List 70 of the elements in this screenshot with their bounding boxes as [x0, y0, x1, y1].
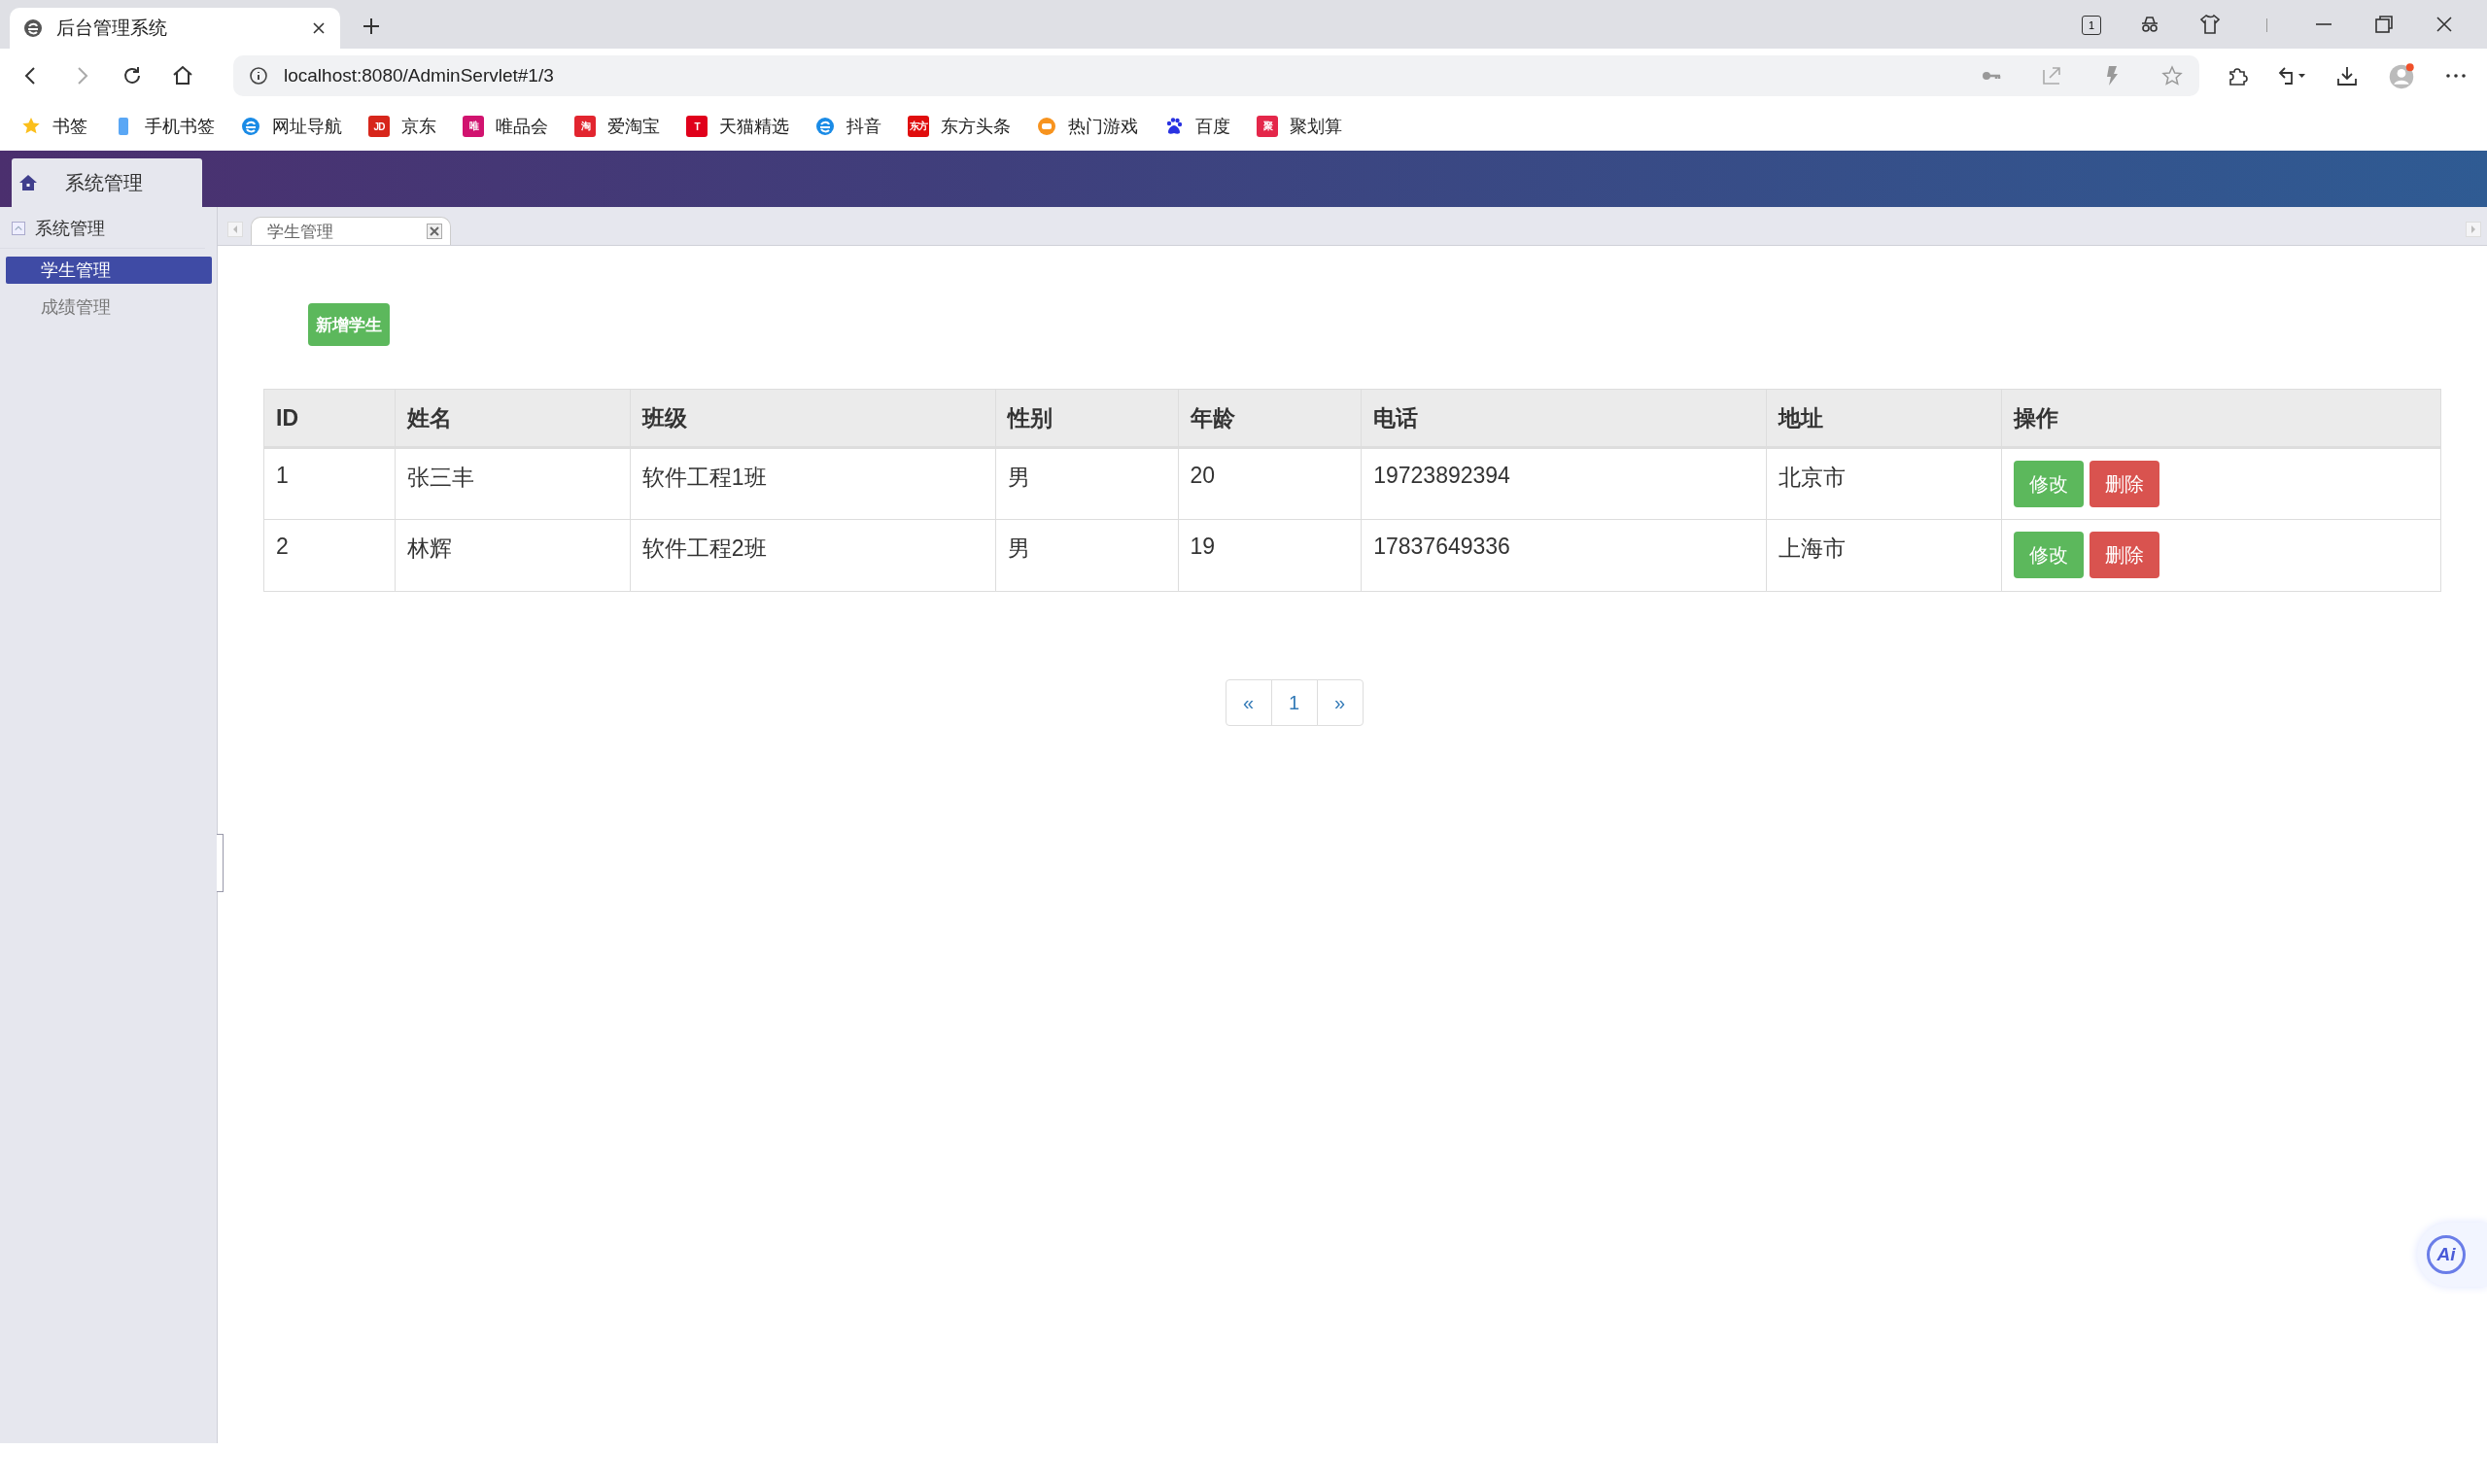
table-cell: 19 — [1178, 519, 1362, 592]
new-tab-icon[interactable] — [362, 17, 381, 36]
bookmark-link[interactable]: 抖音 — [815, 115, 881, 138]
header-tab[interactable]: 系统管理 — [12, 158, 202, 207]
tab-title: 后台管理系统 — [56, 17, 168, 40]
info-icon — [249, 65, 268, 86]
assistant-button[interactable]: Ai — [2417, 1223, 2487, 1287]
tab-count-button[interactable]: 1 — [2082, 16, 2101, 35]
logo-icon: 聚 — [1257, 116, 1278, 137]
bookmark-link[interactable]: 百度 — [1164, 115, 1230, 138]
delete-button[interactable]: 删除 — [2089, 461, 2159, 507]
home-icon — [18, 173, 38, 192]
menu-item[interactable]: 学生管理 — [6, 257, 212, 284]
column-header: 地址 — [1766, 389, 2002, 448]
content-tab[interactable]: 学生管理 — [251, 217, 451, 245]
column-header: 班级 — [630, 389, 996, 448]
next-page-link[interactable]: » — [1316, 679, 1364, 726]
shirt-icon[interactable] — [2198, 13, 2222, 36]
column-header: 性别 — [995, 389, 1178, 448]
menu-item[interactable]: 成绩管理 — [6, 293, 212, 321]
previous-page-link[interactable]: « — [1225, 679, 1272, 726]
menu-group-header[interactable]: 系统管理 — [0, 217, 205, 249]
table-cell: 2 — [263, 519, 396, 592]
bookmark-link[interactable]: 东方 东方头条 — [908, 115, 1011, 138]
logo-icon: 唯 — [463, 116, 484, 137]
logo-icon: 淘 — [574, 116, 596, 137]
logo-icon: T — [686, 116, 708, 137]
column-header: 操作 — [2001, 389, 2441, 448]
table-cell: 林辉 — [395, 519, 631, 592]
bookmark-link[interactable]: 唯 唯品会 — [463, 115, 548, 138]
bookmark-link[interactable]: 手机书签 — [114, 115, 215, 138]
maximize-icon[interactable] — [2372, 13, 2396, 36]
bookmark-link[interactable]: 网址导航 — [241, 115, 342, 138]
browser-logo-icon — [241, 117, 260, 136]
table-cell: 20 — [1178, 447, 1362, 520]
home-icon[interactable] — [171, 63, 194, 87]
table-cell: 17837649336 — [1361, 519, 1767, 592]
star-icon — [21, 117, 41, 136]
table-cell: 上海市 — [1766, 519, 2002, 592]
table-cell: 19723892394 — [1361, 447, 1767, 520]
bookmark-link[interactable]: 聚 聚划算 — [1257, 115, 1342, 138]
collapse-handle[interactable] — [217, 834, 224, 892]
browser-logo-icon — [23, 18, 43, 38]
table-cell: 男 — [995, 447, 1178, 520]
table-cell: 软件工程1班 — [630, 447, 996, 520]
table-cell: 北京市 — [1766, 447, 2002, 520]
address-bar[interactable]: localhost:8080/AdminServlet#1/3 — [233, 54, 2199, 96]
column-header: 电话 — [1361, 389, 1767, 448]
browser-logo-icon — [815, 117, 835, 136]
bookmark-link[interactable]: JD 京东 — [368, 115, 436, 138]
table-cell: 男 — [995, 519, 1178, 592]
table-cell: 软件工程2班 — [630, 519, 996, 592]
table-cell: 张三丰 — [395, 447, 631, 520]
bookmark-link[interactable]: 淘 爱淘宝 — [574, 115, 660, 138]
page-link[interactable]: 1 — [1270, 679, 1318, 726]
bookmark-link[interactable]: 书签 — [21, 115, 87, 138]
logo-icon: JD — [368, 116, 390, 137]
browser-tab[interactable]: 后台管理系统 — [10, 8, 340, 49]
logo-icon: 东方 — [908, 116, 929, 137]
column-header: ID — [263, 389, 396, 448]
paw-icon — [1164, 117, 1184, 136]
column-header: 年龄 — [1178, 389, 1362, 448]
star-icon[interactable] — [2160, 63, 2184, 87]
bookmark-link[interactable]: T 天猫精选 — [686, 115, 789, 138]
close-icon[interactable] — [311, 20, 327, 36]
column-header: 姓名 — [395, 389, 631, 448]
bookmark-link[interactable]: 热门游戏 — [1037, 115, 1138, 138]
delete-button[interactable]: 删除 — [2089, 532, 2159, 578]
url-text: localhost:8080/AdminServlet#1/3 — [284, 64, 554, 86]
table-cell: 1 — [263, 447, 396, 520]
